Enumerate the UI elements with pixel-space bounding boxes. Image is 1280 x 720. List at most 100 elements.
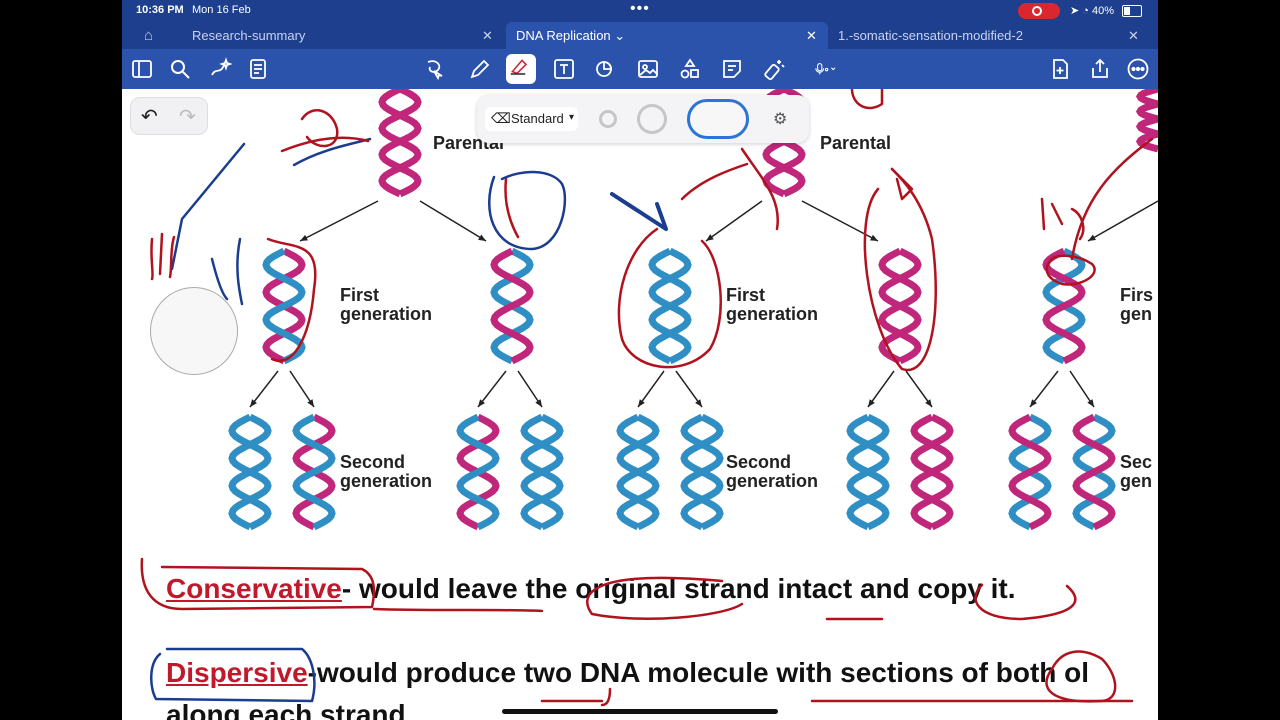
arrow-head — [1087, 399, 1094, 407]
dna-helix — [1008, 413, 1052, 531]
redo-icon[interactable]: ↷ — [179, 104, 196, 129]
eraser-size-small[interactable] — [599, 110, 617, 128]
dna-helix — [846, 413, 890, 531]
arrow — [419, 200, 487, 242]
dna-helix — [378, 89, 422, 198]
eraser-size-medium[interactable] — [637, 104, 667, 134]
status-right: ➤ ◔ 40% — [1070, 4, 1114, 17]
term-dispersive: Dispersive — [166, 657, 308, 688]
arrow — [801, 200, 879, 242]
close-icon[interactable]: ✕ — [482, 22, 493, 49]
status-date: Mon 16 Feb — [192, 4, 251, 16]
eraser-icon[interactable] — [506, 54, 536, 84]
chevron-down-icon[interactable]: ⌄ — [614, 28, 625, 43]
arrow — [705, 200, 763, 242]
tab-bar: ⌂ Research-summary ✕ DNA Replication ⌄ ✕… — [122, 22, 1158, 49]
eraser-options-bar: ⌫ Standard ▾ ⚙ — [477, 95, 809, 143]
eraser-size-large[interactable] — [687, 99, 749, 139]
eraser-icon: ⌫ — [491, 110, 511, 126]
label-second-generation: Second generation — [340, 452, 433, 491]
close-icon[interactable]: ✕ — [806, 22, 817, 49]
document-page[interactable]: Parental Parental First generation First g… — [122, 89, 1158, 720]
sticky-note-icon[interactable] — [720, 57, 744, 81]
arrow-head — [535, 399, 542, 407]
shapes-icon[interactable] — [594, 57, 618, 81]
home-indicator — [502, 709, 778, 714]
dna-helix — [910, 413, 954, 531]
status-time: 10:36 PM — [136, 4, 184, 16]
more-icon[interactable] — [1126, 57, 1150, 81]
close-icon[interactable]: ✕ — [1128, 22, 1139, 49]
heading-parental: Parental — [820, 133, 892, 153]
dna-helix — [1135, 89, 1158, 153]
tab-research-summary[interactable]: Research-summary ✕ — [192, 22, 494, 49]
lasso-cursor — [150, 287, 238, 375]
add-page-icon[interactable] — [1048, 57, 1072, 81]
laser-icon[interactable] — [762, 57, 786, 81]
arrow-head — [925, 399, 932, 407]
undo-redo-group: ↶ ↷ — [130, 97, 208, 135]
dna-helix — [616, 413, 660, 531]
arrow — [299, 200, 379, 242]
toolbar — [122, 49, 1158, 89]
eraser-mode-dropdown[interactable]: ⌫ Standard ▾ — [485, 107, 578, 131]
recording-icon[interactable] — [1018, 3, 1060, 19]
label-first-generation: First generation — [726, 285, 819, 324]
status-bar: 10:36 PM Mon 16 Feb ••• ➤ ◔ 40% — [122, 0, 1158, 22]
dna-helix — [680, 413, 724, 531]
wifi-icon: ◔ — [1082, 5, 1089, 17]
pen-icon[interactable] — [468, 57, 492, 81]
battery-icon — [1122, 5, 1142, 17]
sentence-continuation: along each strand — [166, 699, 406, 720]
search-icon[interactable] — [168, 57, 192, 81]
label-second-generation: Sec gen — [1120, 452, 1153, 491]
lasso-icon[interactable] — [422, 57, 446, 81]
label-second-generation: Second generation — [726, 452, 819, 491]
arrow-head — [307, 399, 314, 407]
arrow-head — [638, 399, 645, 407]
microphone-icon[interactable] — [814, 57, 854, 81]
tab-label: Research-summary — [192, 28, 306, 43]
image-icon[interactable] — [636, 57, 660, 81]
dna-helix — [520, 413, 564, 531]
dna-helix — [456, 413, 500, 531]
tab-label: 1.-somatic-sensation-modified-2 — [838, 28, 1023, 43]
tab-label: DNA Replication ⌄ — [516, 28, 626, 43]
term-conservative: Conservative — [166, 573, 342, 604]
dna-helix — [878, 247, 922, 365]
label-first-generation: Firs gen — [1120, 285, 1154, 324]
undo-icon[interactable]: ↶ — [141, 104, 158, 129]
dna-helix — [262, 247, 306, 365]
notes-icon[interactable] — [246, 57, 270, 81]
multitasking-dots-icon[interactable]: ••• — [630, 0, 650, 18]
sidebar-icon[interactable] — [130, 57, 154, 81]
battery-percent: 40% — [1092, 5, 1115, 17]
dna-helix — [1072, 413, 1116, 531]
sliders-icon[interactable]: ⚙ — [773, 109, 787, 129]
magic-icon[interactable] — [208, 57, 233, 81]
chevron-down-icon: ▾ — [569, 112, 575, 123]
arrow — [1087, 200, 1158, 242]
dna-helix — [292, 413, 336, 531]
sentence-text: - would leave the original strand intact… — [341, 573, 1016, 604]
label-first-generation: First generation — [340, 285, 433, 324]
eraser-mode-label: Standard — [511, 111, 564, 126]
arrow-head — [868, 399, 875, 407]
sentence-text: -would produce two DNA molecule with sec… — [307, 657, 1090, 688]
arrow-head — [706, 234, 714, 241]
ipad-screen: 10:36 PM Mon 16 Feb ••• ➤ ◔ 40% ⌂ Resear… — [122, 0, 1158, 720]
sentence-conservative: Conservative- would leave the original s… — [166, 573, 1016, 605]
tab-dna-replication[interactable]: DNA Replication ⌄ ✕ — [506, 22, 828, 49]
text-icon[interactable] — [552, 57, 576, 81]
dna-helix — [648, 247, 692, 365]
home-icon[interactable]: ⌂ — [144, 27, 153, 44]
dna-helix — [228, 413, 272, 531]
replication-diagram — [228, 89, 1158, 531]
share-icon[interactable] — [1088, 57, 1112, 81]
location-icon: ➤ — [1070, 5, 1080, 17]
dna-helix — [1042, 247, 1086, 365]
elements-icon[interactable] — [678, 57, 702, 81]
sentence-dispersive: Dispersive-would produce two DNA molecul… — [166, 657, 1089, 689]
arrow-head — [695, 399, 702, 407]
tab-somatic-sensation[interactable]: 1.-somatic-sensation-modified-2 ✕ — [838, 22, 1139, 49]
